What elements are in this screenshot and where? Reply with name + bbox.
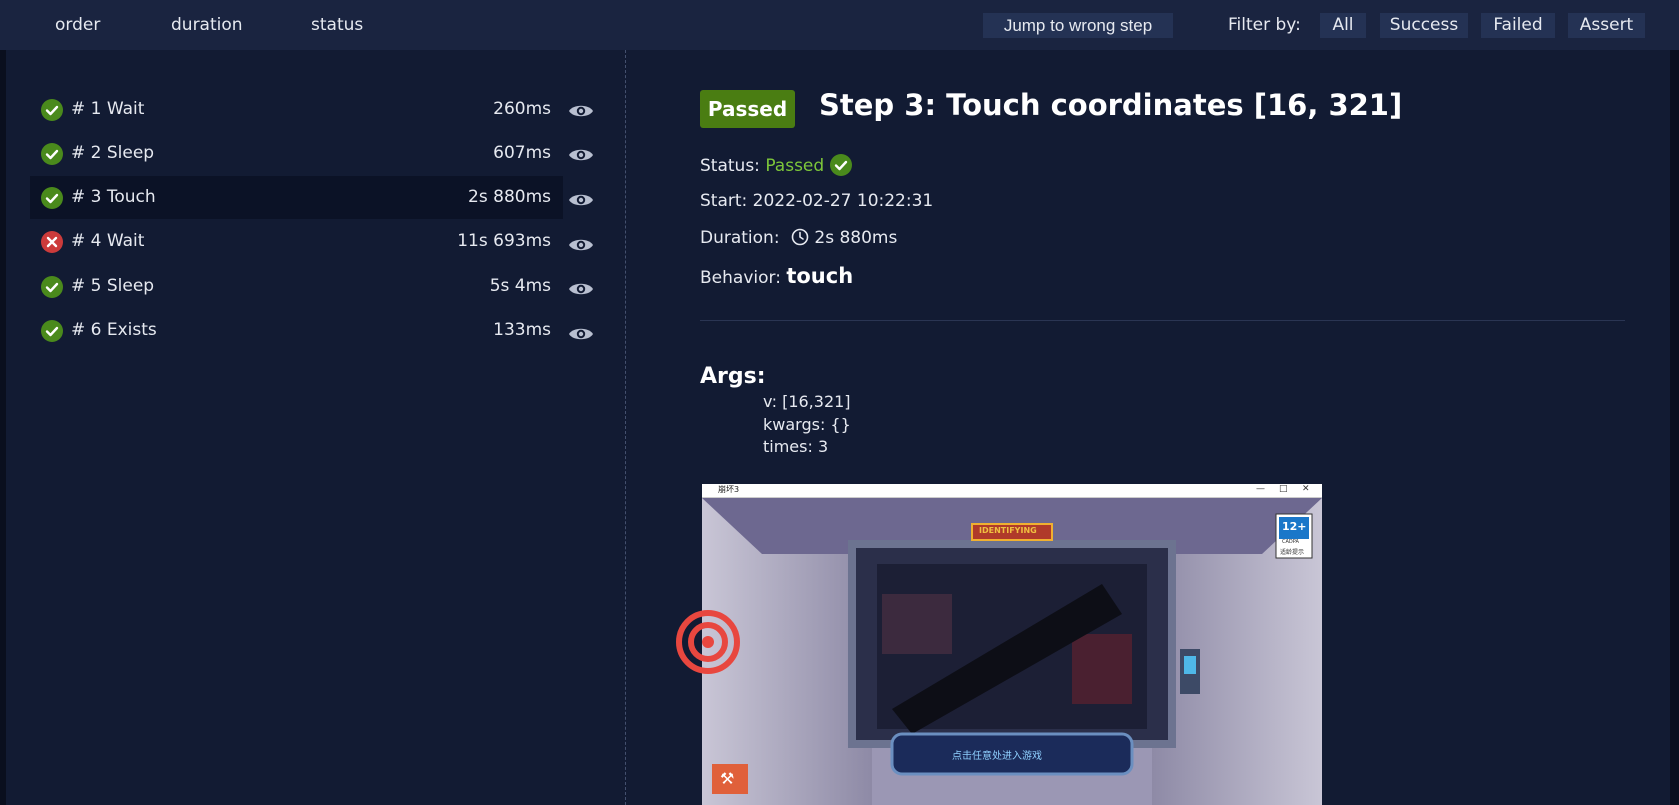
behavior-row: Behavior: touch — [700, 264, 853, 288]
step-item[interactable]: # 1 Wait 260ms — [30, 88, 563, 131]
sort-duration[interactable]: duration — [171, 15, 243, 35]
filter-label: Filter by: — [1228, 15, 1301, 35]
status-badge: Passed — [700, 90, 795, 128]
arg-v: v: [16,321] — [763, 392, 851, 411]
maximize-icon: □ — [1279, 484, 1288, 494]
step-item[interactable]: # 4 Wait 11s 693ms — [30, 220, 563, 263]
args-title: Args: — [700, 364, 766, 389]
age-rating-note: 适龄提示 — [1280, 549, 1305, 556]
jump-to-wrong-step-button[interactable]: Jump to wrong step — [983, 13, 1173, 38]
enter-game-prompt: 点击任意处进入游戏 — [952, 751, 1042, 762]
duration-value: 2s 880ms — [814, 228, 898, 248]
window-titlebar: 崩坏3 — □ ✕ — [702, 484, 1322, 498]
step-label: # 5 Sleep — [71, 276, 155, 296]
status-value: Passed — [765, 156, 825, 176]
identifying-banner: IDENTIFYING — [979, 526, 1037, 535]
filter-failed-button[interactable]: Failed — [1481, 13, 1555, 38]
step-duration: 2s 880ms — [468, 187, 551, 207]
step-item[interactable]: # 6 Exists 133ms — [30, 309, 563, 352]
step-screenshot[interactable]: 崩坏3 — □ ✕ IDENTIFYING 12+ CADPA 适龄提示 点击任… — [702, 484, 1322, 805]
behavior-value: touch — [786, 264, 854, 288]
step-title: Step 3: Touch coordinates [16, 321] — [819, 88, 1403, 122]
start-label: Start: — [700, 191, 748, 211]
arg-times: times: 3 — [763, 437, 829, 456]
step-label: # 4 Wait — [71, 231, 145, 251]
age-rating-org: CADPA — [1282, 539, 1299, 545]
eye-icon[interactable] — [568, 146, 594, 164]
target-icon — [676, 610, 740, 674]
step-label: # 3 Touch — [71, 187, 156, 207]
step-duration: 133ms — [493, 320, 551, 340]
step-label: # 6 Exists — [71, 320, 157, 340]
check-circle-icon — [41, 187, 63, 209]
toolbar: order duration status Jump to wrong step… — [0, 0, 1679, 50]
sort-order[interactable]: order — [55, 15, 100, 35]
step-label: # 1 Wait — [71, 99, 145, 119]
filter-success-button[interactable]: Success — [1380, 13, 1468, 38]
step-item-active[interactable]: # 3 Touch 2s 880ms — [30, 176, 563, 219]
close-icon: ✕ — [1302, 484, 1310, 494]
step-duration: 260ms — [493, 99, 551, 119]
behavior-label: Behavior: — [700, 268, 781, 288]
step-duration: 11s 693ms — [457, 231, 551, 251]
eye-icon[interactable] — [568, 325, 594, 343]
filter-all-button[interactable]: All — [1320, 13, 1366, 38]
check-circle-icon — [829, 154, 852, 176]
check-circle-icon — [41, 320, 63, 342]
status-label: Status: — [700, 156, 760, 176]
panel-divider — [625, 50, 626, 805]
clock-icon — [791, 228, 809, 246]
start-row: Start: 2022-02-27 10:22:31 — [700, 191, 933, 211]
arg-kwargs: kwargs: {} — [763, 415, 851, 434]
step-duration: 5s 4ms — [489, 276, 551, 296]
check-circle-icon — [41, 143, 63, 165]
check-circle-icon — [41, 276, 63, 298]
age-rating-number: 12+ — [1282, 520, 1307, 533]
eye-icon[interactable] — [568, 280, 594, 298]
step-duration: 607ms — [493, 143, 551, 163]
step-item[interactable]: # 2 Sleep 607ms — [30, 132, 563, 175]
duration-label: Duration: — [700, 228, 780, 248]
duration-row: Duration: 2s 880ms — [700, 228, 897, 248]
eye-icon[interactable] — [568, 236, 594, 254]
tools-icon: ⚒ — [720, 769, 735, 788]
step-item[interactable]: # 5 Sleep 5s 4ms — [30, 265, 563, 308]
sort-status[interactable]: status — [311, 15, 363, 35]
step-label: # 2 Sleep — [71, 143, 155, 163]
eye-icon[interactable] — [568, 191, 594, 209]
minimize-icon: — — [1256, 484, 1265, 494]
scroll-gutter — [1670, 50, 1679, 805]
window-title: 崩坏3 — [718, 485, 740, 494]
x-circle-icon — [41, 231, 63, 253]
start-value: 2022-02-27 10:22:31 — [752, 191, 934, 211]
filter-assert-button[interactable]: Assert — [1568, 13, 1645, 38]
eye-icon[interactable] — [568, 102, 594, 120]
section-divider — [700, 320, 1625, 321]
status-row: Status: Passed — [700, 154, 852, 176]
check-circle-icon — [41, 99, 63, 121]
